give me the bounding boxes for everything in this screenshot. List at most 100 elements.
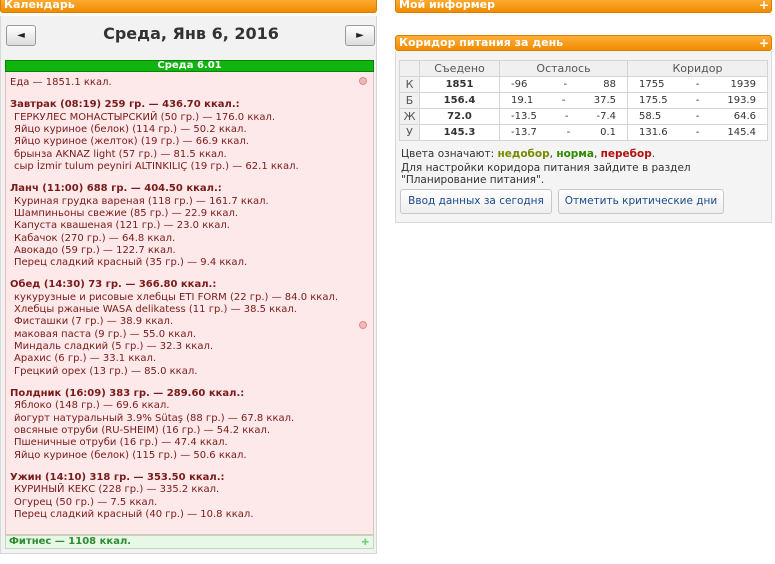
- left-range: 19.1 - 37.5: [499, 92, 628, 109]
- meal-title[interactable]: Ужин (14:10) 318 гр. — 353.50 ккал.:: [10, 472, 373, 484]
- meal-item[interactable]: Грецкий орех (13 гр.) — 85.0 ккал.: [10, 366, 373, 378]
- meal-item[interactable]: брынза AKNAZ light (57 гр.) — 81.5 ккал.: [10, 149, 373, 161]
- left-min: -96: [511, 79, 528, 90]
- meal-item[interactable]: Яйцо куриное (желток) (19 гр.) — 66.9 кк…: [10, 136, 373, 148]
- meal-item[interactable]: йогурт натуральный 3.9% Sütaş (88 гр.) —…: [10, 413, 373, 425]
- meal-item[interactable]: Арахис (6 гр.) — 33.1 ккал.: [10, 353, 373, 365]
- left-range: -13.7 - 0.1: [499, 124, 628, 141]
- corridor-max: 64.6: [733, 111, 756, 122]
- range-sep: -: [561, 95, 566, 106]
- meal-item[interactable]: сыр İzmir tulum peyniri ALTINKILIÇ (19 г…: [10, 161, 373, 173]
- corridor-min: 1755: [639, 79, 665, 90]
- meal-item[interactable]: Пшеничные отруби (16 гр.) — 47.4 ккал.: [10, 437, 373, 449]
- corridor-header[interactable]: Коридор питания за день +: [395, 35, 772, 51]
- expand-plus-icon[interactable]: +: [759, 36, 769, 50]
- header-corridor: Коридор: [627, 60, 768, 77]
- legend-prefix: Цвета означают:: [401, 148, 495, 160]
- range-sep: -: [564, 111, 569, 122]
- header-left: Осталось: [499, 60, 628, 77]
- meal-title[interactable]: Полдник (16:09) 383 гр. — 289.60 ккал.:: [10, 388, 373, 400]
- corridor-panel: Съедено Осталось Коридор К 1851 -96 - 88 1…: [395, 51, 772, 223]
- day-content: Еда — 1851.1 ккал. Завтрак (08:19) 259 г…: [5, 72, 374, 535]
- informer-title: Мой информер: [399, 0, 496, 11]
- corridor-table: Съедено Осталось Коридор К 1851 -96 - 88 1…: [399, 60, 768, 141]
- meal-item[interactable]: Перец сладкий красный (35 гр.) — 9.4 кка…: [10, 257, 373, 269]
- meal-item[interactable]: Фисташки (7 гр.) — 38.9 ккал.: [10, 316, 373, 328]
- range-sep: -: [695, 79, 700, 90]
- corridor-max: 193.9: [727, 95, 756, 106]
- meal-item[interactable]: Яйцо куриное (белок) (115 гр.) — 50.6 кк…: [10, 450, 373, 462]
- row-label: К: [399, 76, 420, 93]
- eaten-value: 1851: [419, 76, 500, 93]
- corridor-min: 131.6: [639, 127, 668, 138]
- fitness-bar[interactable]: Фитнес — 1108 ккал. ✚: [5, 535, 374, 549]
- meal-item[interactable]: маковая паста (9 гр.) — 55.0 ккал.: [10, 329, 373, 341]
- meal-item[interactable]: Хлебцы ржаные WASA delikatess (11 гр.) —…: [10, 304, 373, 316]
- header-eaten: Съедено: [419, 60, 500, 77]
- informer-header[interactable]: Мой информер +: [395, 0, 772, 13]
- range-sep: -: [566, 127, 571, 138]
- next-day-button[interactable]: ►: [345, 25, 375, 46]
- range-sep: -: [695, 111, 700, 122]
- meal-title[interactable]: Завтрак (08:19) 259 гр. — 436.70 ккал.:: [10, 99, 373, 111]
- apple-icon[interactable]: [359, 321, 367, 329]
- corridor-range: 175.5 - 193.9: [627, 92, 768, 109]
- corridor-hint: Для настройки коридора питания зайдите в…: [401, 162, 691, 186]
- left-max: 0.1: [600, 127, 616, 138]
- enter-today-button[interactable]: Ввод данных за сегодня: [400, 189, 552, 214]
- meal-lunch: Ланч (11:00) 688 гр. — 404.50 ккал.: Кур…: [10, 183, 373, 269]
- legend-norm: норма: [556, 148, 594, 160]
- eaten-value: 145.3: [419, 124, 500, 141]
- corridor-max: 145.4: [727, 127, 756, 138]
- meal-item[interactable]: Авокадо (59 гр.) — 122.7 ккал.: [10, 245, 373, 257]
- meal-item[interactable]: Яйцо куриное (белок) (114 гр.) — 50.2 кк…: [10, 124, 373, 136]
- corridor-range: 1755 - 1939: [627, 76, 768, 93]
- table-header-row: Съедено Осталось Коридор: [399, 60, 768, 77]
- eaten-value: 156.4: [419, 92, 500, 109]
- meal-item[interactable]: КУРИНЫЙ КЕКС (228 гр.) — 335.2 ккал.: [10, 484, 373, 496]
- food-prefix: Еда —: [10, 77, 46, 88]
- eaten-value: 72.0: [419, 108, 500, 125]
- left-range: -96 - 88: [499, 76, 628, 93]
- meal-item[interactable]: Яблоко (148 гр.) — 69.6 ккал.: [10, 400, 373, 412]
- meal-item[interactable]: овсяные отруби (RU-SHEIM) (16 гр.) — 54.…: [10, 425, 373, 437]
- header-blank: [399, 60, 420, 77]
- corridor-min: 58.5: [639, 111, 662, 122]
- meal-title[interactable]: Обед (14:30) 73 гр. — 366.80 ккал.:: [10, 279, 373, 291]
- expand-plus-icon[interactable]: +: [759, 0, 769, 12]
- row-label: У: [399, 124, 420, 141]
- meal-item[interactable]: Капуста квашеная (121 гр.) — 23.0 ккал.: [10, 220, 373, 232]
- meal-title[interactable]: Ланч (11:00) 688 гр. — 404.50 ккал.:: [10, 183, 373, 195]
- color-legend: Цвета означают: недобор, норма, перебор.: [401, 148, 656, 160]
- calendar-panel: ◄ Среда, Янв 6, 2016 ► Среда 6.01 Еда — …: [0, 16, 377, 554]
- meal-supper: Ужин (14:10) 318 гр. — 353.50 ккал.: КУР…: [10, 472, 373, 521]
- meal-item[interactable]: Миндаль сладкий (5 гр.) — 32.3 ккал.: [10, 341, 373, 353]
- meal-item[interactable]: Огурец (50 гр.) — 7.5 ккал.: [10, 497, 373, 509]
- food-total: 1851.1 ккал.: [45, 77, 112, 88]
- apple-icon[interactable]: [359, 77, 367, 85]
- meal-item[interactable]: Кабачок (270 гр.) — 64.8 ккал.: [10, 233, 373, 245]
- left-min: -13.7: [511, 127, 537, 138]
- mark-critical-days-button[interactable]: Отметить критические дни: [558, 189, 724, 214]
- left-min: -13.5: [511, 111, 537, 122]
- calendar-header[interactable]: Календарь: [0, 0, 377, 13]
- meal-item[interactable]: Шампиньоны свежие (85 гр.) — 22.9 ккал.: [10, 208, 373, 220]
- table-row: Б 156.4 19.1 - 37.5 175.5 - 193.9: [399, 92, 768, 109]
- meal-item[interactable]: ГЕРКУЛЕС МОНАСТЫРСКИЙ (50 гр.) — 176.0 к…: [10, 112, 373, 124]
- range-sep: -: [563, 79, 568, 90]
- meal-item[interactable]: Перец сладкий красный (40 гр.) — 10.8 кк…: [10, 509, 373, 521]
- calendar-title: Календарь: [4, 0, 75, 11]
- corridor-max: 1939: [730, 79, 756, 90]
- row-label: Ж: [399, 108, 420, 125]
- left-min: 19.1: [511, 95, 534, 106]
- meal-item[interactable]: Куриная грудка вареная (118 гр.) — 161.7…: [10, 196, 373, 208]
- day-bar[interactable]: Среда 6.01: [5, 60, 374, 72]
- meal-item[interactable]: кукурузные и рисовые хлебцы ETI FORM (22…: [10, 292, 373, 304]
- left-max: 37.5: [593, 95, 616, 106]
- prev-day-button[interactable]: ◄: [6, 25, 36, 46]
- runner-icon[interactable]: ✚: [361, 537, 369, 549]
- fitness-text: Фитнес — 1108 ккал.: [9, 536, 132, 547]
- meal-dinner: Обед (14:30) 73 гр. — 366.80 ккал.: куку…: [10, 279, 373, 377]
- range-sep: -: [695, 95, 700, 106]
- left-max: 88: [603, 79, 616, 90]
